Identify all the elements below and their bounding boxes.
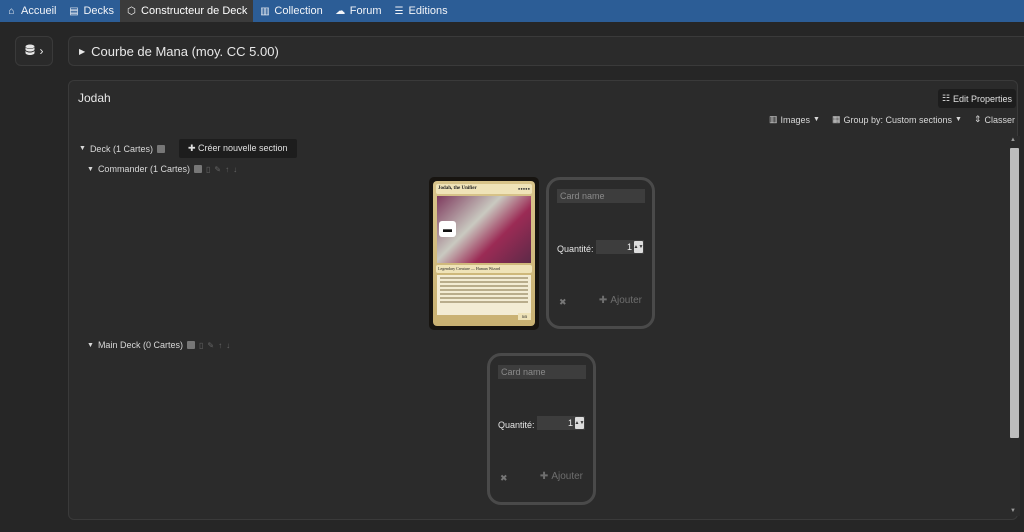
collection-icon: ▥ [260, 5, 270, 17]
scrollbar-thumb[interactable] [1010, 148, 1019, 438]
commander-badge-icon[interactable]: ▬ [439, 221, 456, 237]
sort-dropdown[interactable]: ⇕ Classer [974, 114, 1015, 125]
mana-cost-icon: ●●●●● [517, 186, 530, 191]
create-section-button[interactable]: ✚ Créer nouvelle section [178, 139, 297, 158]
card-name-input[interactable] [557, 189, 645, 203]
add-card-label: Ajouter [610, 295, 642, 306]
select-checkbox-icon[interactable] [186, 341, 195, 349]
database-icon [25, 44, 35, 59]
deck-section-label: Deck (1 Cartes) [89, 143, 153, 154]
sidebar-toggle-button[interactable]: › [15, 36, 53, 66]
arrow-down-icon[interactable]: ↓ [233, 165, 237, 174]
nav-item-accueil[interactable]: ⌂ Accueil [0, 0, 62, 22]
nav-label: Decks [83, 5, 115, 17]
nav-item-decks[interactable]: ▤ Decks [62, 0, 120, 22]
mana-curve-panel[interactable]: ▶ Courbe de Mana (moy. CC 5.00) [68, 36, 1024, 66]
sort-label: Classer [984, 114, 1015, 125]
add-card-button[interactable]: ✚ Ajouter [540, 471, 583, 482]
plus-icon: ✚ [598, 295, 608, 306]
commander-section-header: ▼ Commander (1 Cartes) ▯ ✎ ↑ ↓ [87, 164, 237, 174]
expand-triangle-icon: ▶ [79, 46, 86, 56]
trash-icon[interactable]: ▯ [206, 165, 210, 174]
quantity-label: Quantité: [498, 420, 535, 430]
scroll-up-arrow-icon[interactable]: ▲ [1010, 137, 1016, 143]
top-navigation: ⌂ Accueil ▤ Decks ⬡ Constructeur de Deck… [0, 0, 1024, 22]
sort-icon: ⇕ [973, 114, 982, 124]
select-checkbox-icon[interactable] [193, 165, 202, 173]
caret-down-icon: ▼ [813, 116, 820, 123]
caret-down-icon: ▼ [955, 116, 962, 123]
pencil-icon[interactable]: ✎ [214, 165, 221, 174]
card-type-line: Legendary Creature — Human Wizard [436, 265, 532, 273]
pencil-icon[interactable]: ✎ [207, 341, 214, 350]
home-icon: ⌂ [8, 5, 15, 17]
arrow-up-icon[interactable]: ↑ [225, 165, 229, 174]
nav-label: Editions [408, 5, 448, 17]
deck-builder-icon: ⬡ [127, 5, 136, 17]
plus-icon: ✚ [187, 143, 196, 153]
nav-item-collection[interactable]: ▥ Collection [253, 0, 328, 22]
main-deck-section-label: Main Deck (0 Cartes) [97, 340, 183, 350]
add-card-label: Ajouter [551, 471, 583, 482]
nav-item-deck-builder[interactable]: ⬡ Constructeur de Deck [120, 0, 254, 22]
quantity-stepper[interactable]: 1 ▲▼ [596, 240, 644, 254]
card-face: Jodah, the Unifier ●●●●● Legendary Creat… [433, 181, 535, 326]
decks-icon: ▤ [69, 5, 79, 17]
scroll-down-arrow-icon[interactable]: ▼ [1010, 508, 1016, 514]
card-image-jodah[interactable]: Jodah, the Unifier ●●●●● Legendary Creat… [429, 177, 539, 330]
add-card-form-main-deck: Quantité: 1 ▲▼ ✖ ✚ Ajouter [487, 353, 596, 505]
main-deck-section-header: ▼ Main Deck (0 Cartes) ▯ ✎ ↑ ↓ [87, 340, 230, 350]
arrow-up-icon[interactable]: ↑ [218, 341, 222, 350]
card-power-toughness: 5/5 [518, 313, 531, 320]
quantity-label: Quantité: [557, 244, 594, 254]
image-icon: ▥ [768, 114, 778, 124]
mana-curve-title: Courbe de Mana (moy. CC 5.00) [91, 43, 279, 59]
caret-down-icon[interactable]: ▼ [79, 145, 86, 152]
chevron-right-icon: › [39, 44, 44, 58]
select-checkbox-icon[interactable] [156, 144, 165, 153]
card-name-input[interactable] [498, 365, 586, 379]
images-label: Images [780, 114, 810, 125]
grid-icon: ▦ [831, 114, 841, 124]
forum-icon: ☁ [335, 5, 346, 17]
sliders-icon: ☷ [941, 93, 951, 103]
images-dropdown[interactable]: ▥ Images ▼ [769, 114, 820, 125]
arrow-down-icon[interactable]: ↓ [226, 341, 230, 350]
plus-icon: ✚ [539, 471, 549, 482]
create-section-label: Créer nouvelle section [198, 143, 288, 153]
nav-item-editions[interactable]: ☰ Editions [388, 0, 454, 22]
edit-properties-button[interactable]: ☷ Edit Properties [938, 89, 1016, 108]
quantity-stepper[interactable]: 1 ▲▼ [537, 416, 585, 430]
nav-label: Accueil [21, 5, 57, 17]
commander-section-label: Commander (1 Cartes) [97, 164, 190, 174]
editions-icon: ☰ [394, 5, 404, 17]
deck-title: Jodah [78, 91, 111, 105]
spinner-icon[interactable]: ▲▼ [634, 241, 643, 253]
nav-item-forum[interactable]: ☁ Forum [329, 0, 388, 22]
caret-down-icon[interactable]: ▼ [87, 166, 94, 173]
nav-label: Constructeur de Deck [141, 5, 248, 17]
caret-down-icon[interactable]: ▼ [87, 342, 94, 349]
remove-x-icon[interactable]: ✖ [559, 297, 567, 308]
card-rules-text [437, 275, 531, 315]
trash-icon[interactable]: ▯ [199, 341, 203, 350]
add-card-button[interactable]: ✚ Ajouter [599, 295, 642, 306]
spinner-icon[interactable]: ▲▼ [575, 417, 584, 429]
edit-properties-label: Edit Properties [953, 93, 1013, 104]
deck-section-header: ▼ Deck (1 Cartes) ✚ Créer nouvelle secti… [79, 139, 297, 158]
group-by-label: Group by: Custom sections [843, 114, 952, 125]
add-card-form-commander: Quantité: 1 ▲▼ ✖ ✚ Ajouter [546, 177, 655, 329]
nav-label: Collection [274, 5, 323, 17]
group-by-dropdown[interactable]: ▦ Group by: Custom sections ▼ [832, 114, 962, 125]
remove-x-icon[interactable]: ✖ [500, 473, 508, 484]
nav-label: Forum [349, 5, 382, 17]
deck-toolbar: ▥ Images ▼ ▦ Group by: Custom sections ▼… [769, 114, 1015, 125]
